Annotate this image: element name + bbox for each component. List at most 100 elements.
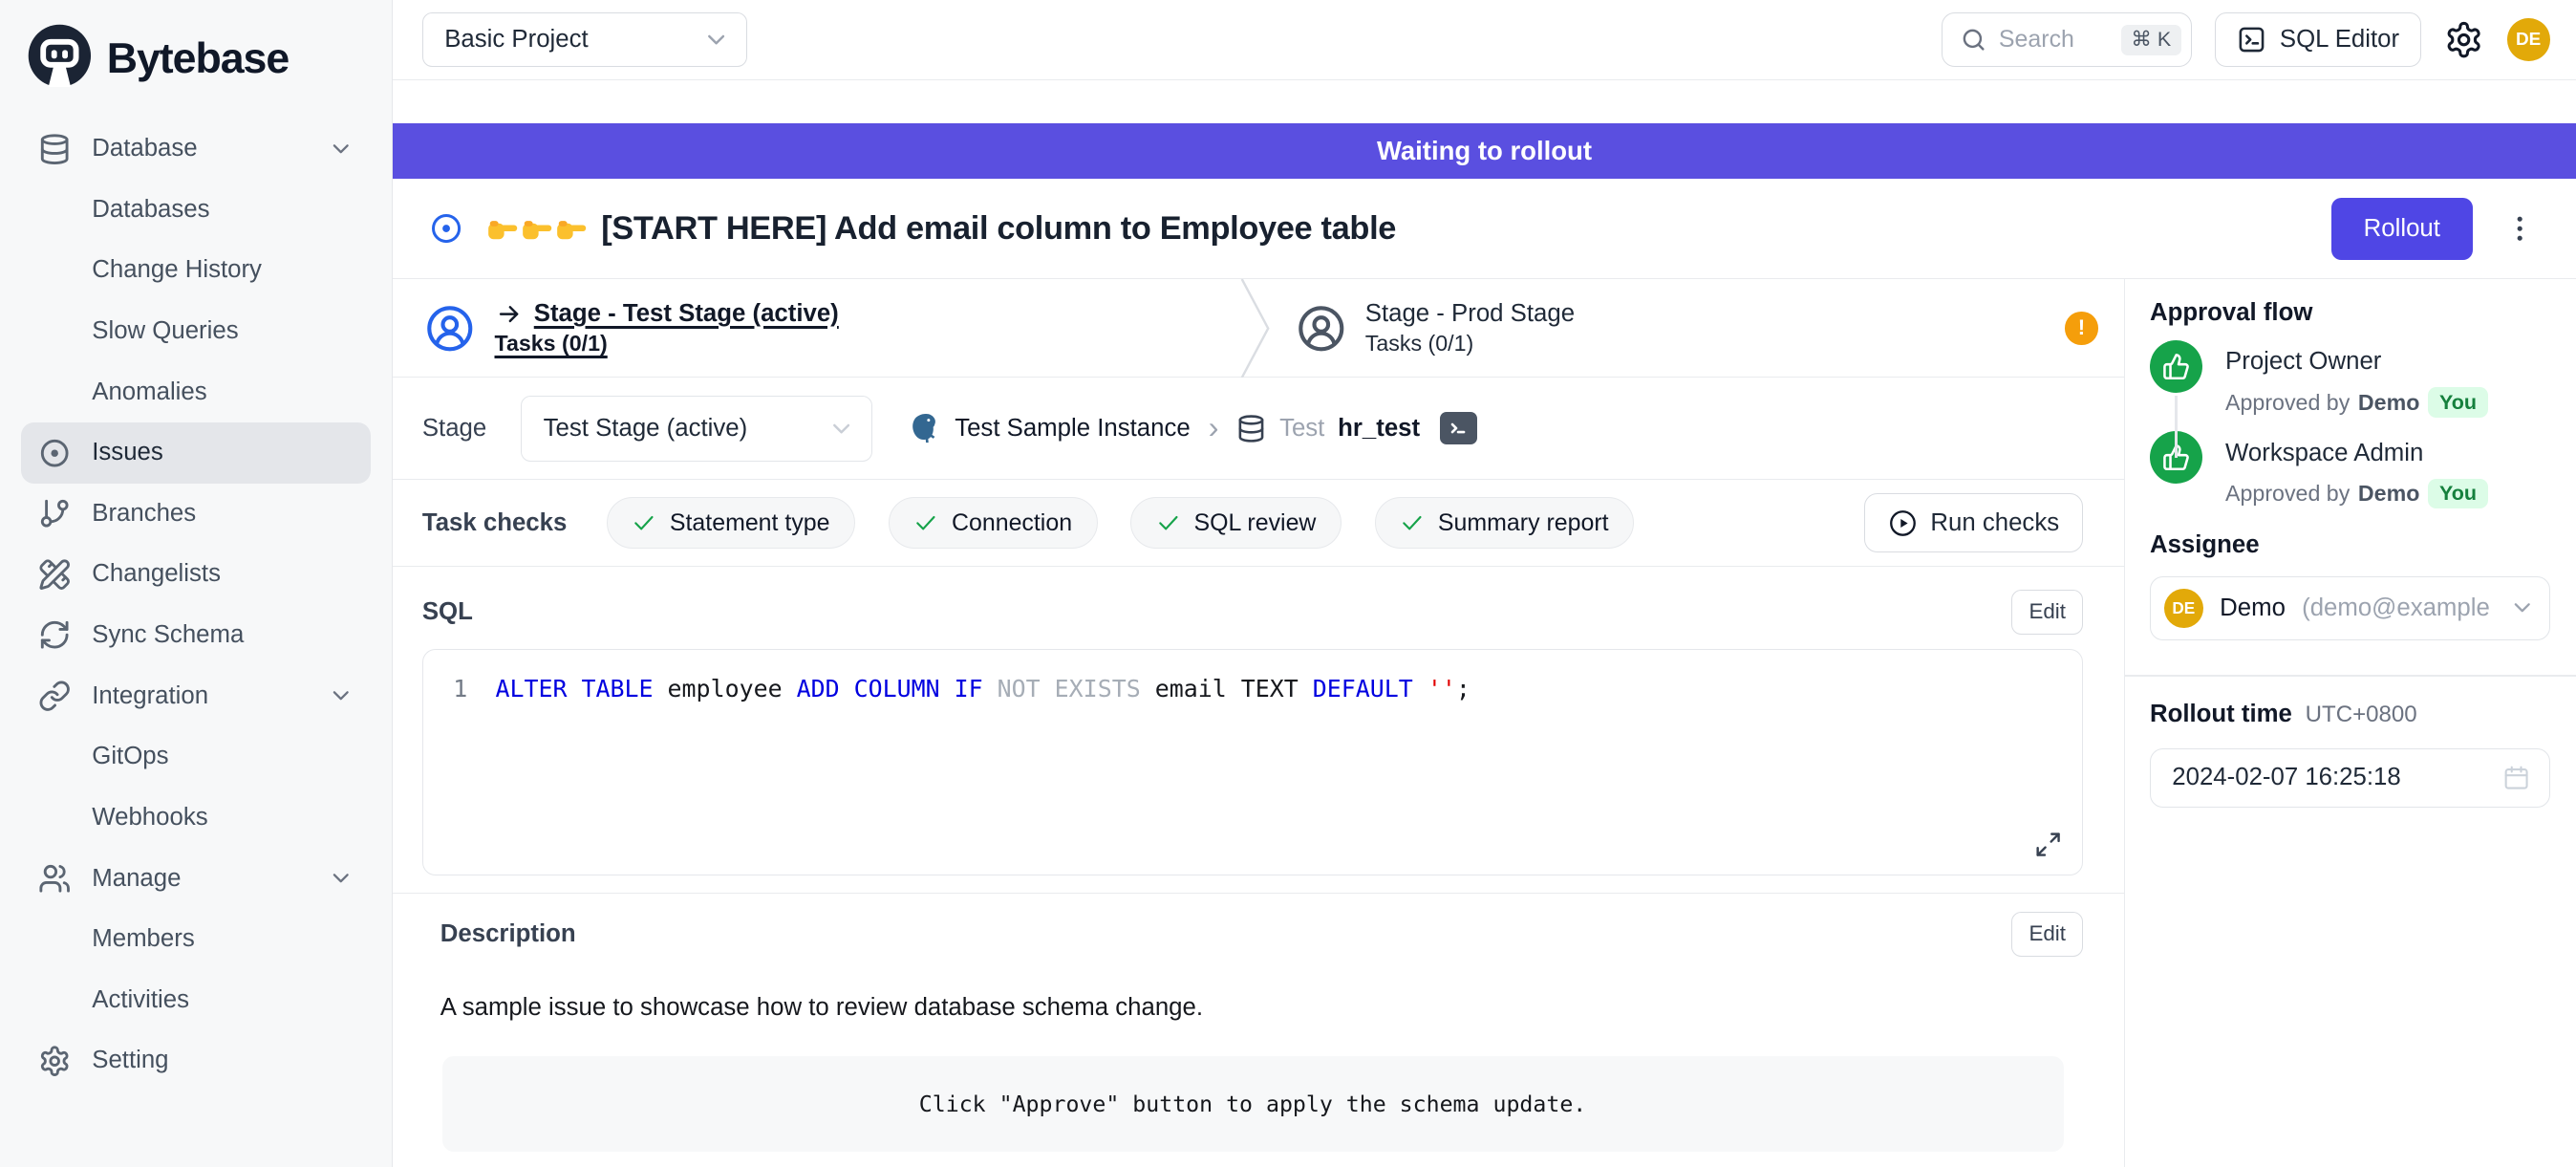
current-stage-arrow-icon	[495, 300, 523, 328]
search-input[interactable]: Search ⌘ K	[1942, 12, 2191, 67]
database-icon	[1236, 414, 1266, 443]
sidebar-item-gitops[interactable]: GitOps	[21, 726, 370, 788]
rollout-time-timezone: UTC+0800	[2306, 702, 2417, 728]
assignee-title: Assignee	[2150, 531, 2550, 559]
description-header: Description Edit	[393, 894, 2124, 956]
chevron-down-icon	[328, 682, 354, 709]
stage-name: Stage - Test Stage (active)	[534, 300, 839, 328]
database-breadcrumb: Test Sample Instance › Test hr_test	[907, 409, 1477, 448]
pointing-right-emoji-icons	[486, 212, 589, 245]
database-link[interactable]: hr_test	[1338, 415, 1420, 443]
description-note-box: Click "Approve" button to apply the sche…	[442, 1056, 2064, 1152]
approver-name: Demo	[2358, 390, 2419, 416]
sql-section-title: SQL	[422, 598, 473, 626]
search-icon	[1960, 26, 1987, 54]
sidebar-item-webhooks[interactable]: Webhooks	[21, 788, 370, 849]
stage-select-row: Stage Test Stage (active) Test Sample In…	[393, 378, 2124, 480]
users-icon	[38, 862, 71, 895]
chevron-down-icon	[328, 865, 354, 892]
sql-edit-button[interactable]: Edit	[2011, 590, 2083, 634]
sidebar-item-databases[interactable]: Databases	[21, 180, 370, 241]
link-icon	[38, 680, 71, 712]
thumbs-up-approved-icon	[2150, 340, 2202, 393]
user-avatar[interactable]: DE	[2507, 18, 2550, 61]
line-number: 1	[423, 671, 496, 707]
run-checks-button[interactable]: Run checks	[1864, 493, 2084, 552]
sidebar-item-setting[interactable]: Setting	[21, 1030, 370, 1091]
approval-step: Workspace Admin Approved by Demo You	[2150, 431, 2550, 509]
sidebar: Bytebase Database Databases Change Histo…	[0, 0, 393, 1167]
stage-tab-test[interactable]: Stage - Test Stage (active) Tasks (0/1)	[393, 279, 1240, 377]
assignee-avatar: DE	[2164, 589, 2203, 628]
approval-connector-line	[2175, 396, 2178, 458]
stage-tab-prod[interactable]: Stage - Prod Stage Tasks (0/1) !	[1270, 279, 2124, 377]
stage-select-label: Stage	[422, 415, 486, 443]
check-statement-type[interactable]: Statement type	[607, 497, 856, 548]
description-note: Click "Approve" button to apply the sche…	[919, 1091, 1586, 1117]
bytebase-logo[interactable]: Bytebase	[21, 20, 370, 119]
stage-strip: Stage - Test Stage (active) Tasks (0/1) …	[393, 279, 2124, 378]
chevron-down-icon	[2509, 594, 2536, 621]
sidebar-item-changelists[interactable]: Changelists	[21, 544, 370, 605]
rollout-button[interactable]: Rollout	[2331, 198, 2473, 260]
kebab-menu-icon[interactable]	[2503, 212, 2536, 245]
stage-select[interactable]: Test Stage (active)	[521, 396, 872, 462]
sidebar-item-activities[interactable]: Activities	[21, 969, 370, 1030]
expand-fullscreen-icon[interactable]	[2034, 831, 2062, 858]
issue-status-icon	[429, 211, 463, 246]
approval-role: Workspace Admin	[2225, 431, 2488, 467]
chevron-down-icon	[328, 136, 354, 162]
sql-editor-button[interactable]: SQL Editor	[2215, 12, 2422, 67]
issue-detail-main: Stage - Test Stage (active) Tasks (0/1) …	[393, 279, 2124, 1166]
bytebase-app: Bytebase Database Databases Change Histo…	[0, 0, 2576, 1167]
project-select[interactable]: Basic Project	[422, 12, 747, 67]
sidebar-item-integration[interactable]: Integration	[21, 665, 370, 726]
sidebar-item-issues[interactable]: Issues	[21, 422, 370, 484]
pencil-ruler-icon	[38, 558, 71, 591]
sync-icon	[38, 618, 71, 651]
sql-section-header: SQL Edit	[393, 567, 2124, 634]
check-success-icon	[1156, 510, 1181, 535]
task-checks-label: Task checks	[422, 509, 567, 537]
sql-code-block[interactable]: 1ALTER TABLE employee ADD COLUMN IF NOT …	[422, 649, 2083, 875]
logo-text: Bytebase	[107, 35, 289, 83]
open-in-sql-editor-icon[interactable]	[1440, 412, 1478, 444]
issue-title-row: [START HERE] Add email column to Employe…	[393, 179, 2576, 279]
environment-label: Test	[1279, 415, 1324, 443]
rollout-time-input[interactable]: 2024-02-07 16:25:18	[2150, 748, 2550, 808]
terminal-icon	[2237, 25, 2266, 54]
sidebar-item-database[interactable]: Database	[21, 119, 370, 180]
sidebar-item-anomalies[interactable]: Anomalies	[21, 361, 370, 422]
description-edit-button[interactable]: Edit	[2011, 912, 2083, 956]
check-sql-review[interactable]: SQL review	[1130, 497, 1342, 548]
sidebar-item-branches[interactable]: Branches	[21, 484, 370, 545]
instance-link[interactable]: Test Sample Instance	[955, 415, 1190, 443]
calendar-icon	[2502, 764, 2530, 791]
sidebar-item-sync-schema[interactable]: Sync Schema	[21, 605, 370, 666]
assignee-select[interactable]: DE Demo (demo@example	[2150, 576, 2550, 640]
postgresql-icon	[907, 411, 941, 445]
stage-tasks: Tasks (0/1)	[1365, 331, 1575, 357]
branch-icon	[38, 497, 71, 529]
check-connection[interactable]: Connection	[889, 497, 1098, 548]
task-checks-row: Task checks Statement type Connection SQ…	[393, 480, 2124, 567]
warning-badge: !	[2065, 312, 2097, 344]
check-summary-report[interactable]: Summary report	[1375, 497, 1635, 548]
sidebar-item-manage[interactable]: Manage	[21, 848, 370, 909]
play-circle-icon	[1888, 508, 1918, 538]
settings-gear-icon[interactable]	[2444, 20, 2483, 59]
stage-tasks: Tasks (0/1)	[495, 331, 839, 357]
status-banner-text: Waiting to rollout	[1377, 136, 1592, 166]
sidebar-item-slow-queries[interactable]: Slow Queries	[21, 301, 370, 362]
stage-user-icon	[1297, 304, 1346, 354]
you-badge: You	[2428, 479, 2488, 509]
approval-step: Project Owner Approved by Demo You	[2150, 340, 2550, 419]
sidebar-item-change-history[interactable]: Change History	[21, 240, 370, 301]
topbar: Basic Project Search ⌘ K SQL Editor DE	[393, 0, 2576, 80]
approver-name: Demo	[2358, 481, 2419, 507]
approval-flow-title: Approval flow	[2150, 299, 2550, 327]
chevron-right-icon: ›	[1203, 409, 1223, 448]
sidebar-item-members[interactable]: Members	[21, 909, 370, 970]
issue-title: [START HERE] Add email column to Employe…	[601, 210, 1396, 248]
gear-icon	[38, 1045, 71, 1077]
